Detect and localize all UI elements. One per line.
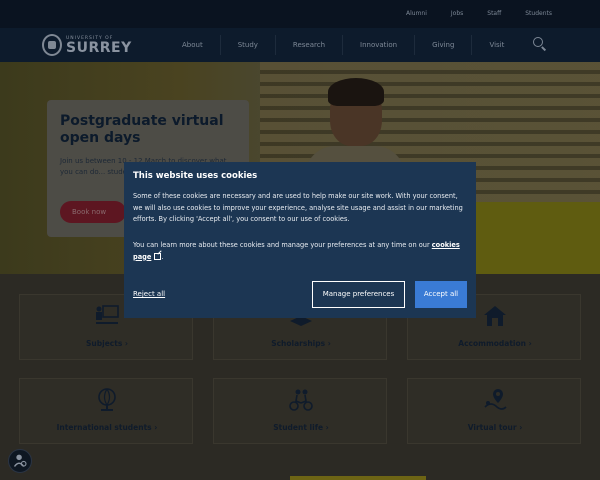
cookie-text-after: . xyxy=(161,252,164,261)
cookie-preferences-text: You can learn more about these cookies a… xyxy=(133,240,467,263)
tile-label: Scholarships › xyxy=(271,339,331,348)
map-pin-icon xyxy=(484,389,507,410)
globe-icon xyxy=(98,388,116,411)
utility-link-jobs[interactable]: Jobs xyxy=(451,10,463,17)
book-now-button[interactable]: Book now xyxy=(60,201,126,223)
cycling-icon xyxy=(289,389,313,411)
logo-wordmark: SURREY xyxy=(66,40,132,56)
utility-link-staff[interactable]: Staff xyxy=(487,10,501,17)
search-icon[interactable] xyxy=(533,37,543,47)
external-link-icon xyxy=(154,252,162,260)
utility-link-alumni[interactable]: Alumni xyxy=(406,10,427,17)
accessibility-button[interactable] xyxy=(8,449,32,473)
manage-preferences-button[interactable]: Manage preferences xyxy=(312,281,405,308)
tile-label: Virtual tour › xyxy=(467,423,523,432)
person-hair xyxy=(328,78,384,106)
house-icon xyxy=(484,306,506,326)
nav-item-innovation[interactable]: Innovation xyxy=(342,35,414,55)
tile-international-students[interactable]: International students › xyxy=(19,378,193,444)
cookie-text-before: You can learn more about these cookies a… xyxy=(133,241,432,249)
crest-icon xyxy=(42,34,62,56)
nav-item-visit[interactable]: Visit xyxy=(471,35,521,55)
reject-all-button[interactable]: Reject all xyxy=(133,290,165,298)
yellow-accent-bar xyxy=(290,476,426,480)
nav-menu: About Study Research Innovation Giving V… xyxy=(165,28,521,62)
tile-label: Student life › xyxy=(273,423,329,432)
tile-label: Subjects › xyxy=(86,339,128,348)
utility-links: Alumni Jobs Staff Students xyxy=(382,10,552,17)
accept-all-button[interactable]: Accept all xyxy=(415,281,467,308)
nav-item-research[interactable]: Research xyxy=(274,35,342,55)
utility-link-students[interactable]: Students xyxy=(525,10,552,17)
cookie-heading: This website uses cookies xyxy=(133,171,258,181)
tile-student-life[interactable]: Student life › xyxy=(213,378,387,444)
university-logo[interactable]: UNIVERSITY OF SURREY xyxy=(42,32,132,58)
nav-item-giving[interactable]: Giving xyxy=(414,35,471,55)
nav-item-about[interactable]: About xyxy=(165,35,220,55)
tile-label: Accommodation › xyxy=(458,339,532,348)
presentation-icon xyxy=(96,305,119,324)
nav-item-study[interactable]: Study xyxy=(219,35,275,55)
utility-bar: Alumni Jobs Staff Students xyxy=(0,0,600,28)
hero-title: Postgraduate virtual open days xyxy=(60,113,224,146)
tile-label: International students › xyxy=(56,423,158,432)
accessibility-icon xyxy=(13,454,27,467)
cookie-description: Some of these cookies are necessary and … xyxy=(133,192,463,223)
tile-virtual-tour[interactable]: Virtual tour › xyxy=(407,378,581,444)
main-nav: UNIVERSITY OF SURREY About Study Researc… xyxy=(0,28,600,62)
cookie-consent-dialog: This website uses cookies Some of these … xyxy=(124,162,476,318)
